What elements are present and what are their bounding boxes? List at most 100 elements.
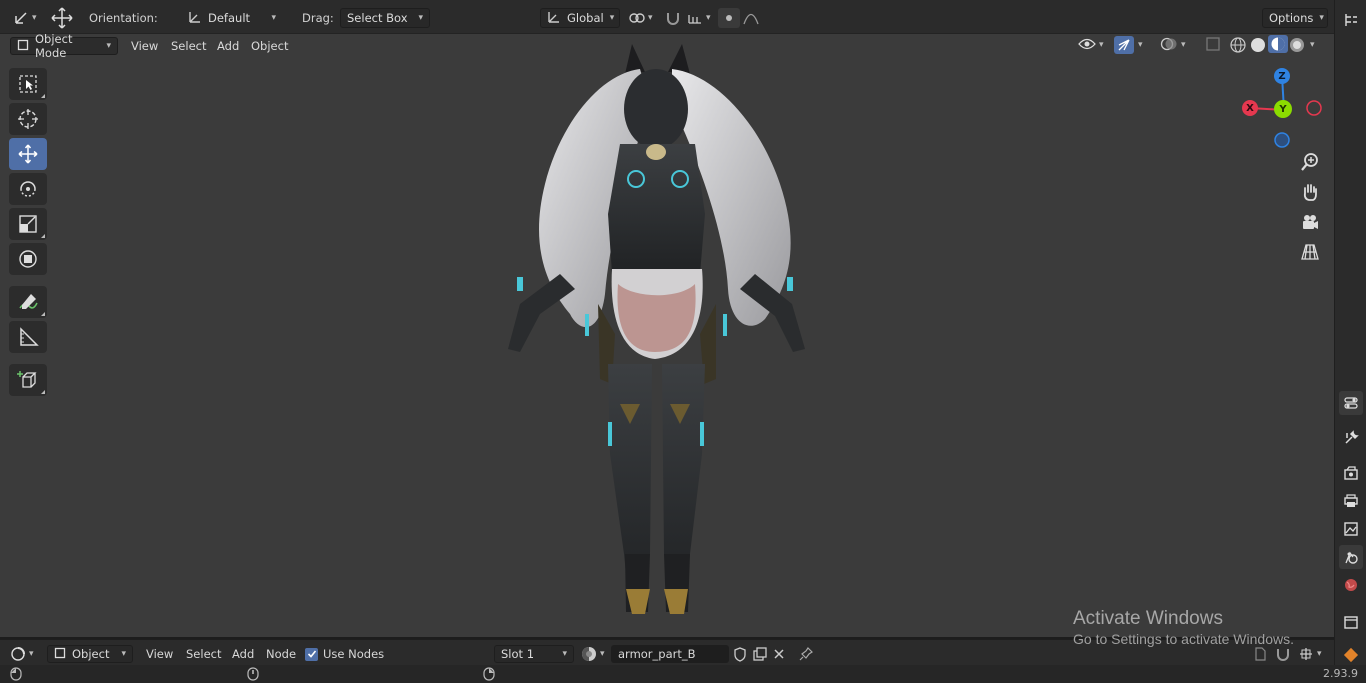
shading-wireframe-button[interactable]	[1229, 37, 1247, 53]
select-box-tool[interactable]	[9, 68, 47, 100]
activate-windows-watermark: Activate Windows Go to Settings to activ…	[1073, 608, 1294, 647]
zoom-button[interactable]	[1296, 148, 1324, 176]
transform-space-dropdown[interactable]: Global ▾	[540, 8, 620, 28]
orientation-dropdown[interactable]: Default ▾	[182, 8, 282, 28]
cursor-tool[interactable]	[9, 103, 47, 135]
gizmo-x-handle[interactable]: X	[1242, 100, 1258, 116]
doc-icon	[1255, 647, 1266, 661]
slot-dropdown[interactable]: Slot 1 ▾	[494, 645, 574, 663]
xray-toggle[interactable]	[1205, 36, 1221, 53]
properties-editor-button[interactable]	[1339, 391, 1363, 415]
gizmo-y-handle[interactable]: Y	[1274, 100, 1292, 118]
scene-icon	[1345, 551, 1358, 564]
perspective-toggle-button[interactable]	[1296, 238, 1324, 266]
shader-menu-add[interactable]: Add	[232, 645, 254, 663]
chevron-down-icon: ▾	[706, 13, 711, 23]
move-tool[interactable]	[9, 138, 47, 170]
slot-value: Slot 1	[501, 647, 535, 661]
options-dropdown[interactable]: Options ▾	[1262, 8, 1328, 28]
magnet-icon	[1277, 649, 1289, 661]
editor-type-button[interactable]: ▾	[10, 8, 37, 28]
link-icon	[626, 8, 648, 28]
hand-icon	[1303, 184, 1317, 201]
scale-tool[interactable]	[9, 208, 47, 240]
material-browse-button[interactable]: ▾	[580, 645, 605, 663]
shading-solid-button[interactable]	[1249, 37, 1267, 53]
gizmo-toggle[interactable]: ▾	[1114, 36, 1143, 54]
shader-menu-select[interactable]: Select	[186, 645, 221, 663]
mode-dropdown[interactable]: Object Mode ▾	[10, 32, 118, 60]
fake-user-button[interactable]	[732, 645, 748, 663]
overlays-toggle[interactable]: ▾	[1160, 37, 1186, 53]
rotate-tool[interactable]	[9, 173, 47, 205]
drag-dropdown[interactable]: Select Box ▾	[340, 8, 430, 28]
visibility-dropdown[interactable]: ▾	[1078, 37, 1104, 53]
orientation-label: Orientation:	[89, 11, 158, 25]
render-tab[interactable]	[1339, 461, 1363, 485]
menu-view[interactable]: View	[131, 38, 158, 54]
camera-view-button[interactable]	[1296, 208, 1324, 236]
3d-viewport[interactable]	[0, 34, 1334, 637]
measure-tool[interactable]	[9, 321, 47, 353]
collection-tab[interactable]	[1339, 610, 1363, 634]
menu-select[interactable]: Select	[171, 38, 206, 54]
menu-object[interactable]: Object	[251, 38, 288, 54]
output-tab[interactable]	[1339, 489, 1363, 513]
orientation-value: Default	[208, 11, 251, 25]
shading-rendered-button[interactable]: ▾	[1288, 37, 1315, 53]
pin-button[interactable]	[798, 645, 814, 663]
gizmo-icon	[1114, 36, 1134, 54]
object-cube-icon	[54, 647, 66, 662]
shading-material-button[interactable]	[1268, 35, 1288, 53]
bottom-right-tools[interactable]: ▾	[1252, 645, 1322, 663]
unlink-material-button[interactable]	[772, 645, 786, 663]
magnet-icon	[662, 8, 684, 28]
world-tab[interactable]	[1339, 573, 1363, 597]
shader-menu-node[interactable]: Node	[266, 645, 296, 663]
neg-x-handle	[1306, 100, 1322, 116]
chevron-down-icon: ▾	[29, 649, 34, 659]
annotate-tool[interactable]	[9, 286, 47, 318]
add-cube-tool[interactable]	[9, 364, 47, 396]
gizmo-z-handle[interactable]: Z	[1274, 68, 1290, 84]
dot-icon	[718, 8, 740, 28]
snap-button[interactable]: ▾	[662, 8, 711, 28]
view-layer-tab[interactable]	[1339, 517, 1363, 541]
material-sphere-icon	[582, 647, 596, 661]
version-label: 2.93.9	[1323, 667, 1358, 680]
scene-tab[interactable]	[1339, 545, 1363, 569]
solid-sphere-icon	[1251, 38, 1265, 52]
menu-add[interactable]: Add	[217, 38, 239, 54]
scale-icon	[19, 215, 37, 233]
pin-icon	[799, 647, 813, 661]
pivot-point-button[interactable]: ▾	[626, 8, 653, 28]
camera-icon	[1303, 215, 1318, 229]
transform-tool[interactable]	[9, 243, 47, 275]
editor-type-button-bottom[interactable]: ▾	[10, 645, 34, 663]
outliner-button[interactable]	[1339, 8, 1363, 32]
mouse-right-icon	[483, 667, 495, 683]
viewport-header: Object Mode ▾ View Select Add Object ▾ ▾…	[0, 32, 1334, 60]
shader-menu-view[interactable]: View	[146, 645, 173, 663]
orientation-axis-icon	[188, 10, 202, 27]
character-model[interactable]	[0, 34, 1334, 637]
use-nodes-label: Use Nodes	[323, 647, 385, 661]
navigation-gizmo[interactable]: Z X Y	[1236, 64, 1332, 154]
snap-grid-icon	[1300, 648, 1312, 660]
object-tab[interactable]	[1339, 643, 1363, 667]
new-material-button[interactable]	[752, 645, 768, 663]
proportional-edit-button[interactable]	[718, 8, 762, 28]
shader-type-dropdown[interactable]: Object ▾	[47, 645, 133, 663]
pan-button[interactable]	[1296, 178, 1324, 206]
material-name-field[interactable]: armor_part_B	[611, 645, 729, 663]
chevron-down-icon: ▾	[609, 13, 615, 23]
tool-tab[interactable]	[1339, 426, 1363, 450]
use-nodes-checkbox[interactable]: Use Nodes	[305, 645, 384, 663]
duplicate-icon	[753, 647, 767, 661]
object-mode-icon	[17, 39, 29, 54]
watermark-title: Activate Windows	[1073, 608, 1223, 629]
chevron-down-icon: ▾	[1317, 649, 1322, 659]
chevron-down-icon: ▾	[121, 649, 126, 659]
move-tool-icon[interactable]	[50, 7, 74, 29]
snap-grid-icon	[684, 8, 706, 28]
